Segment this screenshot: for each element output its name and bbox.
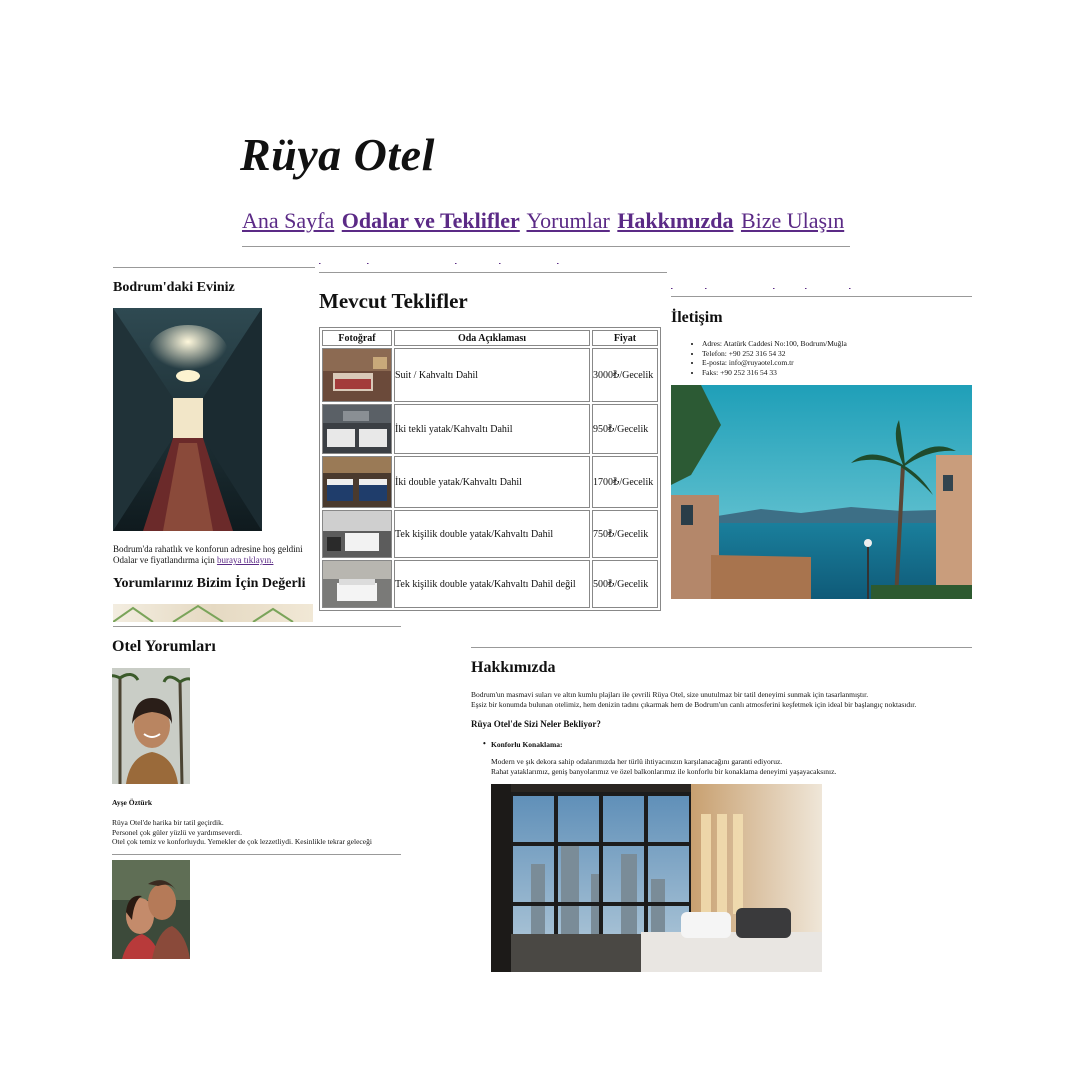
- room-photo: [323, 561, 391, 607]
- table-row: İki tekli yatak/Kahvaltı Dahil 950₺/Gece…: [322, 404, 658, 454]
- bullet-title: Konforlu Konaklama:: [491, 740, 563, 749]
- offers-table: Fotoğraf Oda Açıklaması Fiyat Suit / Kah…: [319, 327, 661, 611]
- room-description: Tek kişilik double yatak/Kahvaltı Dahil …: [394, 560, 590, 608]
- home-intro-prefix: Odalar ve fiyatlandırma için: [113, 555, 217, 565]
- room-photo: [323, 511, 391, 557]
- offers-divider: [319, 272, 667, 273]
- room-photo-cell: [322, 348, 392, 402]
- bullet-dot: •: [483, 739, 486, 748]
- room-photo-cell: [322, 560, 392, 608]
- review-divider: [112, 854, 401, 855]
- mini-nav-link[interactable]: [805, 283, 845, 289]
- contact-fax: Faks: +90 252 316 54 33: [702, 368, 847, 378]
- bodrum-sea-image: [671, 385, 972, 599]
- bedroom-image: [491, 784, 822, 972]
- review-line: Otel çok temiz ve konforluydu. Yemekler …: [112, 837, 372, 846]
- mini-nav-link[interactable]: [319, 258, 363, 264]
- contact-phone: Telefon: +90 252 316 54 32: [702, 349, 847, 359]
- contact-list: Adres: Atatürk Caddesi No:100, Bodrum/Mu…: [692, 339, 847, 377]
- room-photo-cell: [322, 510, 392, 558]
- mini-nav-link[interactable]: [367, 258, 451, 264]
- room-price: 750₺/Gecelik: [592, 510, 658, 558]
- table-row: Tek kişilik double yatak/Kahvaltı Dahil …: [322, 510, 658, 558]
- bullet-line: Rahat yataklarımız, geniş banyolarımız v…: [491, 766, 837, 776]
- nav-home[interactable]: Ana Sayfa: [242, 208, 334, 233]
- left-divider: [113, 267, 315, 268]
- reviewer-name: Ayşe Öztürk: [112, 798, 153, 807]
- about-paragraph: Bodrum'un masmavi suları ve altın kumlu …: [471, 690, 916, 709]
- mini-nav-link[interactable]: [849, 283, 885, 289]
- nav-about[interactable]: Hakkımızda: [617, 208, 733, 233]
- nav-rooms[interactable]: Odalar ve Teklifler: [342, 208, 520, 233]
- about-subheading: Rüya Otel'de Sizi Neler Bekliyor?: [471, 719, 601, 729]
- contact-divider: [671, 296, 972, 297]
- mini-nav-link[interactable]: [773, 283, 801, 289]
- contact-mini-nav: [671, 283, 889, 289]
- col-description: Oda Açıklaması: [394, 330, 590, 346]
- bullet-text: Modern ve şık dekora sahip odalarımızda …: [491, 757, 836, 776]
- about-line: Bodrum'un masmavi suları ve altın kumlu …: [471, 690, 869, 699]
- site-title: Rüya Otel: [240, 129, 435, 180]
- table-row: İki double yatak/Kahvaltı Dahil 1700₺/Ge…: [322, 456, 658, 508]
- home-intro-line2: Odalar ve fiyatlandırma için buraya tıkl…: [113, 555, 303, 566]
- mini-nav-link[interactable]: [557, 258, 607, 264]
- room-price: 950₺/Gecelik: [592, 404, 658, 454]
- rooms-link[interactable]: buraya tıklayın.: [217, 555, 273, 565]
- contact-address: Adres: Atatürk Caddesi No:100, Bodrum/Mu…: [702, 339, 847, 349]
- mini-nav-link[interactable]: [705, 283, 769, 289]
- review-line: Rüya Otel'de harika bir tatil geçirdik.: [112, 818, 224, 827]
- table-row: Tek kişilik double yatak/Kahvaltı Dahil …: [322, 560, 658, 608]
- nav-reviews[interactable]: Yorumlar: [526, 208, 609, 233]
- offers-heading: Mevcut Teklifler: [319, 289, 468, 313]
- mini-nav-link[interactable]: [671, 283, 701, 289]
- room-photo-cell: [322, 456, 392, 508]
- hallway-image: [113, 308, 262, 531]
- about-divider: [471, 647, 972, 648]
- reviews-divider: [113, 626, 401, 627]
- room-description: İki double yatak/Kahvaltı Dahil: [394, 456, 590, 508]
- reviews-banner-image: [113, 604, 313, 622]
- review-text: Rüya Otel'de harika bir tatil geçirdik. …: [112, 818, 372, 847]
- offers-mini-nav: [319, 258, 611, 264]
- room-description: İki tekli yatak/Kahvaltı Dahil: [394, 404, 590, 454]
- col-price: Fiyat: [592, 330, 658, 346]
- header-divider: [242, 246, 850, 247]
- main-nav: Ana Sayfa Odalar ve Teklifler Yorumlar H…: [242, 208, 846, 234]
- review-line: Personel çok güler yüzlü ve yardımseverd…: [112, 827, 242, 837]
- home-intro: Bodrum'da rahatlık ve konforun adresine …: [113, 544, 303, 566]
- room-price: 500₺/Gecelik: [592, 560, 658, 608]
- room-description: Tek kişilik double yatak/Kahvaltı Dahil: [394, 510, 590, 558]
- mini-nav-link[interactable]: [499, 258, 553, 264]
- room-photo: [323, 349, 391, 401]
- nav-contact[interactable]: Bize Ulaşın: [741, 208, 844, 233]
- room-photo: [323, 405, 391, 453]
- table-row: Suit / Kahvaltı Dahil 3000₺/Gecelik: [322, 348, 658, 402]
- room-photo: [323, 457, 391, 507]
- reviewer-photo-2: [112, 860, 190, 959]
- col-photo: Fotoğraf: [322, 330, 392, 346]
- room-description: Suit / Kahvaltı Dahil: [394, 348, 590, 402]
- mini-nav-link[interactable]: [455, 258, 495, 264]
- bullet-line: Modern ve şık dekora sahip odalarımızda …: [491, 757, 783, 766]
- room-photo-cell: [322, 404, 392, 454]
- about-heading: Hakkımızda: [471, 659, 556, 676]
- room-price: 3000₺/Gecelik: [592, 348, 658, 402]
- contact-heading: İletişim: [671, 309, 723, 326]
- home-intro-line1: Bodrum'da rahatlık ve konforun adresine …: [113, 544, 303, 554]
- contact-email: E-posta: info@ruyaotel.com.tr: [702, 358, 847, 368]
- reviews-value-heading: Yorumlarınız Bizim İçin Değerli: [113, 576, 306, 591]
- home-heading: Bodrum'daki Eviniz: [113, 280, 235, 295]
- reviews-heading: Otel Yorumları: [112, 638, 216, 655]
- room-price: 1700₺/Gecelik: [592, 456, 658, 508]
- table-header-row: Fotoğraf Oda Açıklaması Fiyat: [322, 330, 658, 346]
- about-line: Eşsiz bir konumda bulunan otelimiz, hem …: [471, 699, 917, 709]
- reviewer-photo: [112, 668, 190, 784]
